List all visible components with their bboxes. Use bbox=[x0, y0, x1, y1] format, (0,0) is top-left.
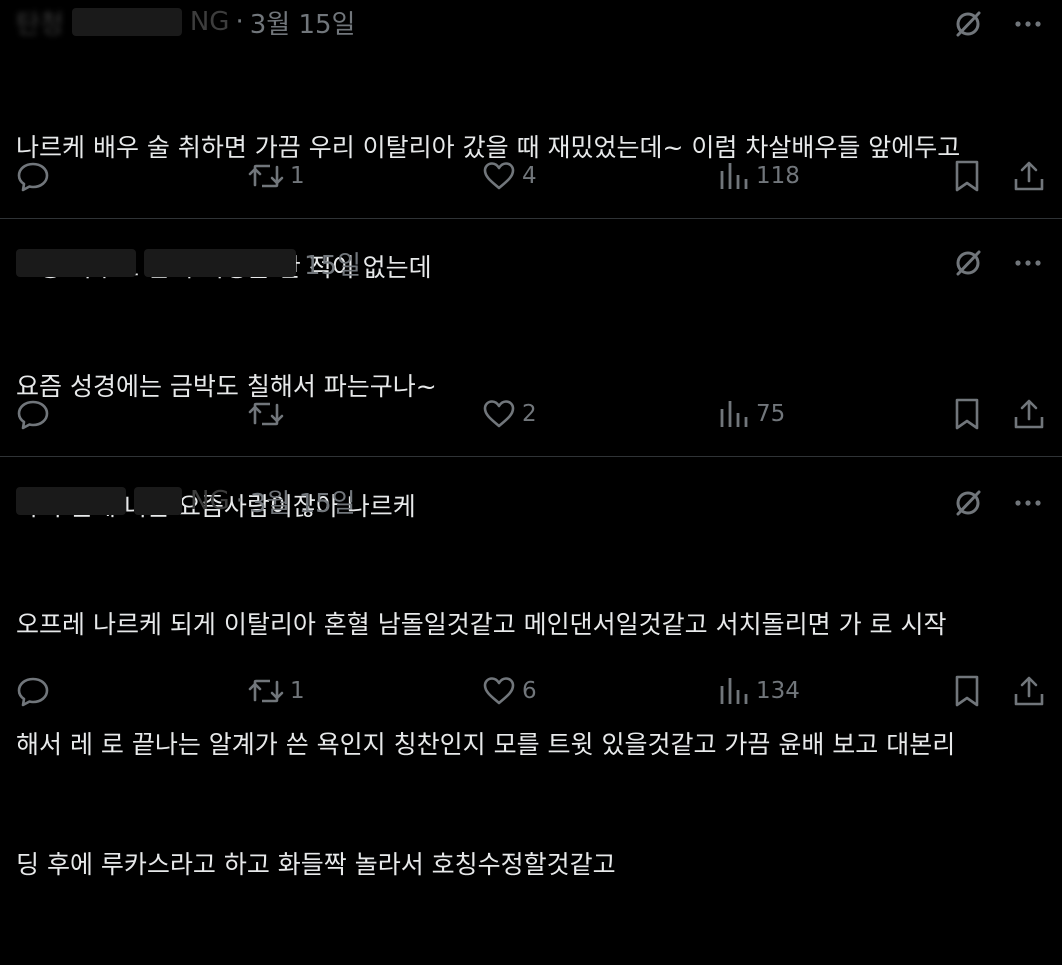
post-text-line: 오프레 나르케 되게 이탈리아 혼혈 남돌일것같고 메인댄서일것같고 서치돌리면… bbox=[16, 610, 947, 639]
repost-count: 1 bbox=[290, 163, 305, 189]
reply-button[interactable] bbox=[16, 156, 56, 196]
views-button[interactable]: 75 bbox=[718, 394, 785, 434]
share-icon bbox=[1012, 159, 1046, 193]
share-button[interactable] bbox=[1012, 394, 1046, 434]
post-header: 15일 bbox=[16, 243, 361, 283]
views-count: 75 bbox=[756, 401, 786, 427]
bookmark-button[interactable] bbox=[952, 394, 982, 434]
post-text-line: 딩 후에 루카스라고 하고 화들짝 놀라서 호칭수정할것같고 bbox=[16, 850, 616, 879]
post-text-line: 해서 레 로 끝나는 알계가 쓴 욕인지 칭찬인지 모를 트윗 있을것같고 가끔… bbox=[16, 730, 956, 759]
views-count: 134 bbox=[756, 678, 800, 704]
like-button[interactable]: 4 bbox=[482, 156, 537, 196]
repost-button[interactable]: 1 bbox=[248, 156, 305, 196]
reply-icon bbox=[16, 397, 50, 431]
repost-button[interactable] bbox=[248, 394, 290, 434]
post-text: 오프레 나르케 되게 이탈리아 혼혈 남돌일것같고 메인댄서일것같고 서치돌리면… bbox=[16, 525, 1046, 965]
action-bar: 1 4 118 bbox=[16, 156, 1046, 196]
like-icon bbox=[482, 674, 516, 708]
like-icon bbox=[482, 159, 516, 193]
meta-separator: · bbox=[235, 7, 244, 37]
reply-button[interactable] bbox=[16, 671, 56, 711]
post-top-actions bbox=[950, 245, 1046, 281]
repost-count: 1 bbox=[290, 678, 305, 704]
bookmark-icon bbox=[952, 674, 982, 708]
bookmark-button[interactable] bbox=[952, 671, 982, 711]
reply-icon bbox=[16, 159, 50, 193]
post-top-actions bbox=[950, 6, 1046, 42]
action-bar: 1 6 134 bbox=[16, 671, 1046, 711]
like-button[interactable]: 6 bbox=[482, 671, 537, 711]
bookmark-button[interactable] bbox=[952, 156, 982, 196]
author-handle-fragment: NG bbox=[190, 486, 230, 516]
repost-icon bbox=[248, 397, 284, 431]
share-button[interactable] bbox=[1012, 671, 1046, 711]
grok-icon[interactable] bbox=[950, 485, 986, 521]
post-2[interactable]: 15일 요즘 성경에는 금박도 칠해서 파는구나~ 아니 근데 너는 요즘사람이… bbox=[0, 219, 1062, 521]
repost-button[interactable]: 1 bbox=[248, 671, 305, 711]
like-count: 6 bbox=[522, 678, 537, 704]
author-handle-fragment: NG bbox=[189, 7, 230, 37]
reply-icon bbox=[16, 674, 50, 708]
author-handle-blurred[interactable] bbox=[71, 8, 182, 36]
grok-icon[interactable] bbox=[950, 6, 986, 42]
repost-icon bbox=[248, 159, 284, 193]
more-icon[interactable] bbox=[1010, 245, 1046, 281]
author-handle-blurred[interactable] bbox=[134, 487, 182, 515]
post-date[interactable]: 15일 bbox=[304, 245, 361, 282]
author-name-blurred[interactable] bbox=[16, 249, 136, 277]
like-count: 4 bbox=[522, 163, 537, 189]
like-button[interactable]: 2 bbox=[482, 394, 537, 434]
like-icon bbox=[482, 397, 516, 431]
post-date[interactable]: 3월 15일 bbox=[250, 483, 356, 520]
author-handle-blurred[interactable] bbox=[144, 249, 296, 277]
author-name-blurred[interactable]: 탄청 bbox=[16, 4, 64, 41]
post-top-actions bbox=[950, 485, 1046, 521]
views-icon bbox=[718, 674, 750, 708]
post-3[interactable]: NG · 3월 15일 오프레 나르케 되게 이탈리아 혼혈 남돌일것같고 메인… bbox=[0, 457, 1062, 879]
views-icon bbox=[718, 159, 750, 193]
views-button[interactable]: 118 bbox=[718, 156, 800, 196]
post-1[interactable]: 탄청 NG · 3월 15일 나르케 배우 술 취하면 가끔 우리 이탈리아 갔… bbox=[0, 0, 1062, 282]
grok-icon[interactable] bbox=[950, 245, 986, 281]
views-count: 118 bbox=[756, 163, 800, 189]
bookmark-icon bbox=[952, 159, 982, 193]
post-header: NG · 3월 15일 bbox=[16, 481, 356, 521]
meta-separator: · bbox=[235, 486, 244, 516]
more-icon[interactable] bbox=[1010, 485, 1046, 521]
bookmark-icon bbox=[952, 397, 982, 431]
more-icon[interactable] bbox=[1010, 6, 1046, 42]
post-header: 탄청 NG · 3월 15일 bbox=[16, 2, 355, 42]
views-icon bbox=[718, 397, 750, 431]
author-name-blurred[interactable] bbox=[16, 487, 126, 515]
post-date[interactable]: 3월 15일 bbox=[250, 4, 356, 41]
like-count: 2 bbox=[522, 401, 537, 427]
share-icon bbox=[1012, 674, 1046, 708]
views-button[interactable]: 134 bbox=[718, 671, 800, 711]
share-icon bbox=[1012, 397, 1046, 431]
repost-icon bbox=[248, 674, 284, 708]
action-bar: 2 75 bbox=[16, 394, 1046, 434]
share-button[interactable] bbox=[1012, 156, 1046, 196]
reply-button[interactable] bbox=[16, 394, 56, 434]
